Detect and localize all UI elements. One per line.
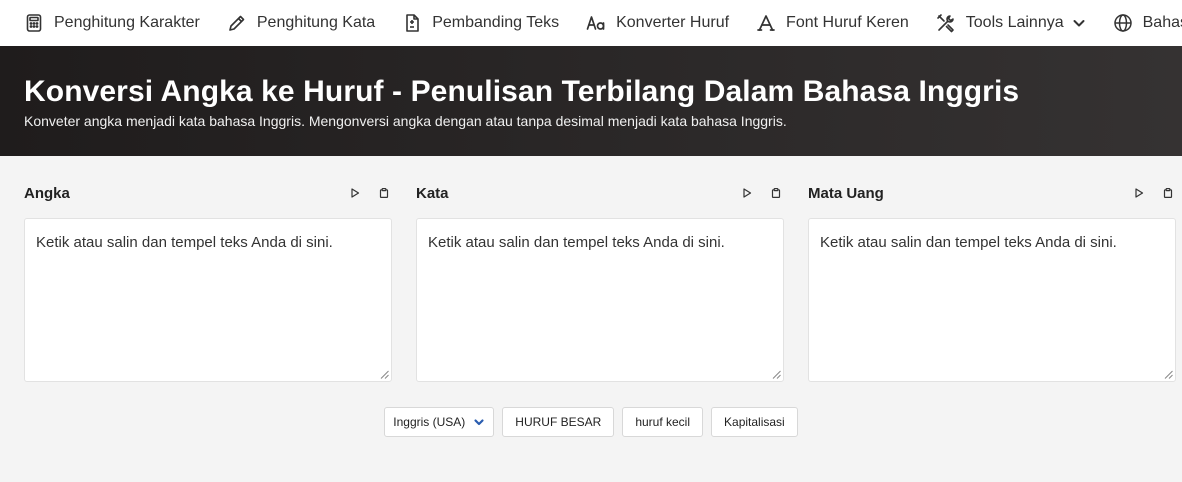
panel-header: Mata Uang: [808, 182, 1176, 204]
calculator-icon: [26, 14, 42, 32]
play-button[interactable]: [1131, 185, 1147, 201]
page-subtitle: Konveter angka menjadi kata bahasa Inggr…: [24, 113, 787, 129]
top-navigation: Penghitung Karakter Penghitung Kata Pemb…: [0, 0, 1182, 46]
nav-label: Font Huruf Keren: [786, 14, 909, 31]
copy-button[interactable]: [768, 185, 784, 201]
nav-label: Bahasa: [1142, 14, 1182, 31]
textarea-box: [416, 218, 784, 382]
play-icon: [1135, 188, 1144, 198]
chevron-down-icon: [474, 419, 484, 426]
play-button[interactable]: [739, 185, 755, 201]
nav-label: Penghitung Karakter: [54, 14, 200, 31]
chevron-down-icon: [1073, 20, 1085, 27]
mata-uang-input[interactable]: [809, 219, 1175, 381]
copy-button[interactable]: [1160, 185, 1176, 201]
lowercase-button[interactable]: huruf kecil: [622, 407, 704, 437]
nav-label: Konverter Huruf: [616, 14, 730, 31]
nav-item-pembanding-teks[interactable]: Pembanding Teks: [402, 0, 559, 46]
panel-header: Angka: [24, 182, 392, 204]
panel-tools: [1118, 185, 1176, 201]
play-icon: [743, 188, 752, 198]
clipboard-icon: [771, 188, 781, 198]
nav-item-penghitung-karakter[interactable]: Penghitung Karakter: [24, 0, 200, 46]
play-button[interactable]: [347, 185, 363, 201]
clipboard-icon: [1163, 188, 1173, 198]
action-bar: Inggris (USA) HURUF BESAR huruf kecil Ka…: [0, 407, 1182, 437]
panel-header: Kata: [416, 182, 784, 204]
nav-item-font-huruf-keren[interactable]: Font Huruf Keren: [756, 0, 909, 46]
tools-icon: [936, 14, 954, 33]
panel-angka: Angka: [24, 182, 392, 382]
nav-item-penghitung-kata[interactable]: Penghitung Kata: [227, 0, 375, 46]
converter-panels: Angka Kata Mata Uang: [0, 156, 1182, 382]
capitalize-button[interactable]: Kapitalisasi: [711, 407, 798, 437]
font-icon: [757, 15, 775, 31]
nav-item-bahasa[interactable]: Bahasa: [1113, 0, 1182, 46]
language-select[interactable]: Inggris (USA): [384, 407, 495, 437]
panel-kata: Kata: [416, 182, 784, 382]
language-select-value: Inggris (USA): [393, 415, 466, 429]
nav-item-konverter-huruf[interactable]: Konverter Huruf: [586, 0, 729, 46]
nav-label: Pembanding Teks: [432, 14, 560, 31]
panel-title: Angka: [24, 184, 70, 202]
play-icon: [351, 188, 360, 198]
nav-item-tools-lainnya[interactable]: Tools Lainnya: [936, 0, 1086, 46]
panel-mata-uang: Mata Uang: [808, 182, 1176, 382]
clipboard-icon: [379, 188, 389, 198]
resize-grip-icon[interactable]: [380, 370, 389, 379]
panel-title: Mata Uang: [808, 184, 884, 202]
hero-banner: Konversi Angka ke Huruf - Penulisan Terb…: [0, 46, 1182, 156]
nav-label: Penghitung Kata: [256, 14, 376, 31]
resize-grip-icon[interactable]: [772, 370, 781, 379]
textarea-box: [24, 218, 392, 382]
panel-tools: [726, 185, 784, 201]
kata-input[interactable]: [417, 219, 783, 381]
copy-button[interactable]: [376, 185, 392, 201]
panel-tools: [334, 185, 392, 201]
textarea-box: [808, 218, 1176, 382]
globe-icon: [1113, 14, 1132, 32]
uppercase-button[interactable]: HURUF BESAR: [502, 407, 615, 437]
nav-label: Tools Lainnya: [965, 14, 1064, 31]
file-diff-icon: [406, 14, 420, 32]
resize-grip-icon[interactable]: [1164, 370, 1173, 379]
panel-title: Kata: [416, 184, 449, 202]
pencil-icon: [229, 15, 245, 31]
text-case-icon: [586, 16, 605, 30]
angka-input[interactable]: [25, 219, 391, 381]
page-title: Konversi Angka ke Huruf - Penulisan Terb…: [24, 75, 1020, 108]
